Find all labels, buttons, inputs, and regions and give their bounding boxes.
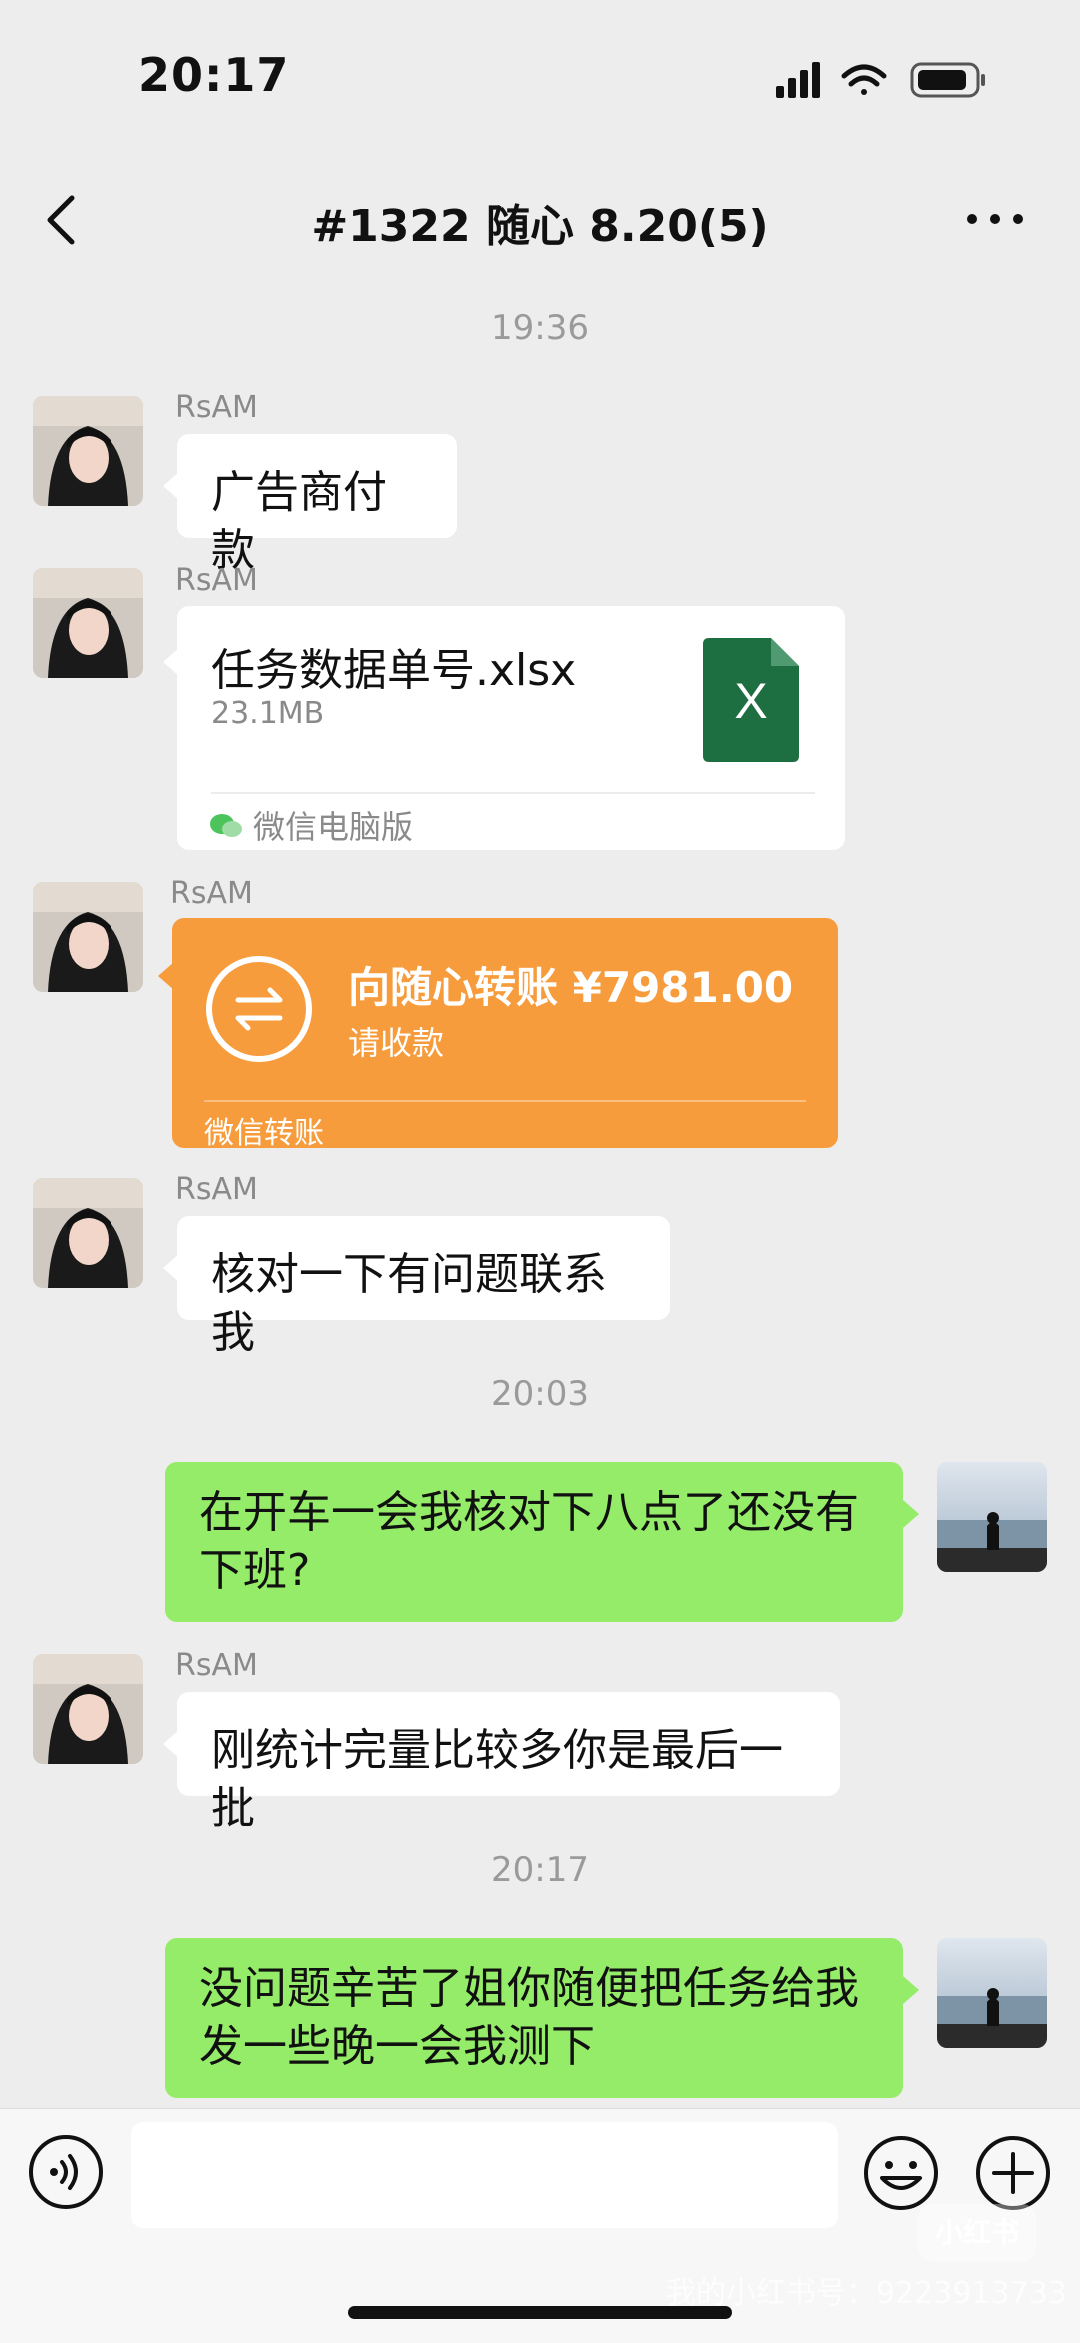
chat-title: #1322 随心 8.20(5)	[311, 201, 769, 252]
message-text: 核对一下有问题联系我	[211, 1249, 607, 1358]
message-bubble-outgoing[interactable]: 没问题辛苦了姐你随便把任务给我 发一些晚一会我测下	[165, 1938, 919, 2098]
my-avatar[interactable]	[937, 1462, 1047, 1572]
home-indicator[interactable]	[348, 2306, 732, 2319]
avatar[interactable]	[33, 882, 143, 992]
file-size: 23.1MB	[211, 696, 325, 731]
excel-badge: X	[734, 673, 767, 729]
wechat-icon	[210, 814, 242, 837]
my-avatar[interactable]	[937, 1938, 1047, 2048]
battery-icon	[910, 62, 985, 98]
excel-icon: X	[703, 638, 799, 762]
plus-icon[interactable]	[974, 2134, 1052, 2212]
sender-name: RsAM	[170, 876, 253, 911]
message-text-line: 发一些晚一会我测下	[199, 2021, 595, 2072]
voice-icon[interactable]	[28, 2134, 104, 2210]
message-bubble[interactable]: 核对一下有问题联系我	[163, 1216, 670, 1358]
transfer-amount: 向随心转账 ¥7981.00	[348, 963, 794, 1012]
timestamp: 19:36	[491, 308, 589, 348]
sender-name: RsAM	[175, 563, 258, 598]
sender-name: RsAM	[175, 1172, 258, 1207]
message-bubble-outgoing[interactable]: 在开车一会我核对下八点了还没有 下班?	[165, 1462, 919, 1622]
message-text: 广告商付款	[211, 467, 387, 576]
more-icon[interactable]	[960, 196, 1030, 242]
message-bubble[interactable]: 广告商付款	[163, 434, 457, 576]
message-text: 刚统计完量比较多你是最后一批	[211, 1725, 783, 1834]
message-text-line: 没问题辛苦了姐你随便把任务给我	[199, 1963, 859, 2014]
transfer-type-label: 微信转账	[204, 1116, 324, 1151]
message-input[interactable]	[131, 2122, 838, 2228]
transfer-message-card[interactable]: 向随心转账 ¥7981.00 请收款 微信转账	[158, 918, 838, 1151]
sender-name: RsAM	[175, 390, 258, 425]
file-name: 任务数据单号.xlsx	[211, 645, 577, 696]
avatar[interactable]	[33, 1654, 143, 1764]
signal-icon	[776, 62, 820, 98]
status-icons	[776, 62, 985, 98]
message-text-line: 下班?	[199, 1545, 311, 1596]
file-message-card[interactable]: 任务数据单号.xlsx 23.1MB X 微信电脑版	[163, 606, 845, 850]
wifi-icon	[841, 64, 887, 95]
divider	[211, 792, 815, 794]
sender-name: RsAM	[175, 1648, 258, 1683]
status-time: 20:17	[138, 48, 290, 102]
message-text-line: 在开车一会我核对下八点了还没有	[199, 1487, 859, 1538]
file-source-label: 微信电脑版	[253, 808, 414, 846]
transfer-status: 请收款	[348, 1024, 445, 1062]
avatar[interactable]	[33, 1178, 143, 1288]
xiaohongshu-watermark-logo: 小红书	[918, 2204, 1036, 2262]
message-bubble[interactable]: 刚统计完量比较多你是最后一批	[163, 1692, 840, 1834]
timestamp: 20:03	[491, 1374, 589, 1414]
timestamp: 20:17	[491, 1850, 589, 1890]
avatar[interactable]	[33, 568, 143, 678]
emoji-icon[interactable]	[862, 2134, 940, 2212]
divider	[204, 1100, 806, 1102]
avatar[interactable]	[33, 396, 143, 506]
transfer-icon	[206, 956, 312, 1062]
